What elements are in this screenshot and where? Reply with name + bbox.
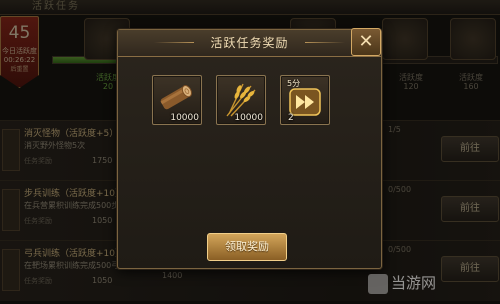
- reward-quantity: 10000: [234, 113, 263, 123]
- reward-slot-wheat[interactable]: 10000: [216, 75, 266, 125]
- popup-titlebar: 活跃任务奖励: [118, 30, 381, 57]
- reward-popup: 活跃任务奖励 ✕ 10000 10000 5分 2 领取奖励: [117, 28, 382, 269]
- reward-quantity: 10000: [170, 113, 199, 123]
- claim-reward-button[interactable]: 领取奖励: [207, 233, 287, 261]
- site-watermark: 当游网: [368, 272, 436, 298]
- reward-quantity: 2: [288, 113, 294, 123]
- close-icon: ✕: [358, 31, 374, 52]
- popup-title: 活跃任务奖励: [210, 36, 289, 50]
- close-button[interactable]: ✕: [351, 28, 381, 56]
- reward-slot-wood[interactable]: 10000: [152, 75, 202, 125]
- watermark-text: 当游网: [391, 274, 437, 292]
- speedup-duration-tag: 5分: [287, 79, 301, 88]
- watermark-logo: [368, 273, 388, 294]
- reward-slot-speedup[interactable]: 5分 2: [280, 75, 330, 125]
